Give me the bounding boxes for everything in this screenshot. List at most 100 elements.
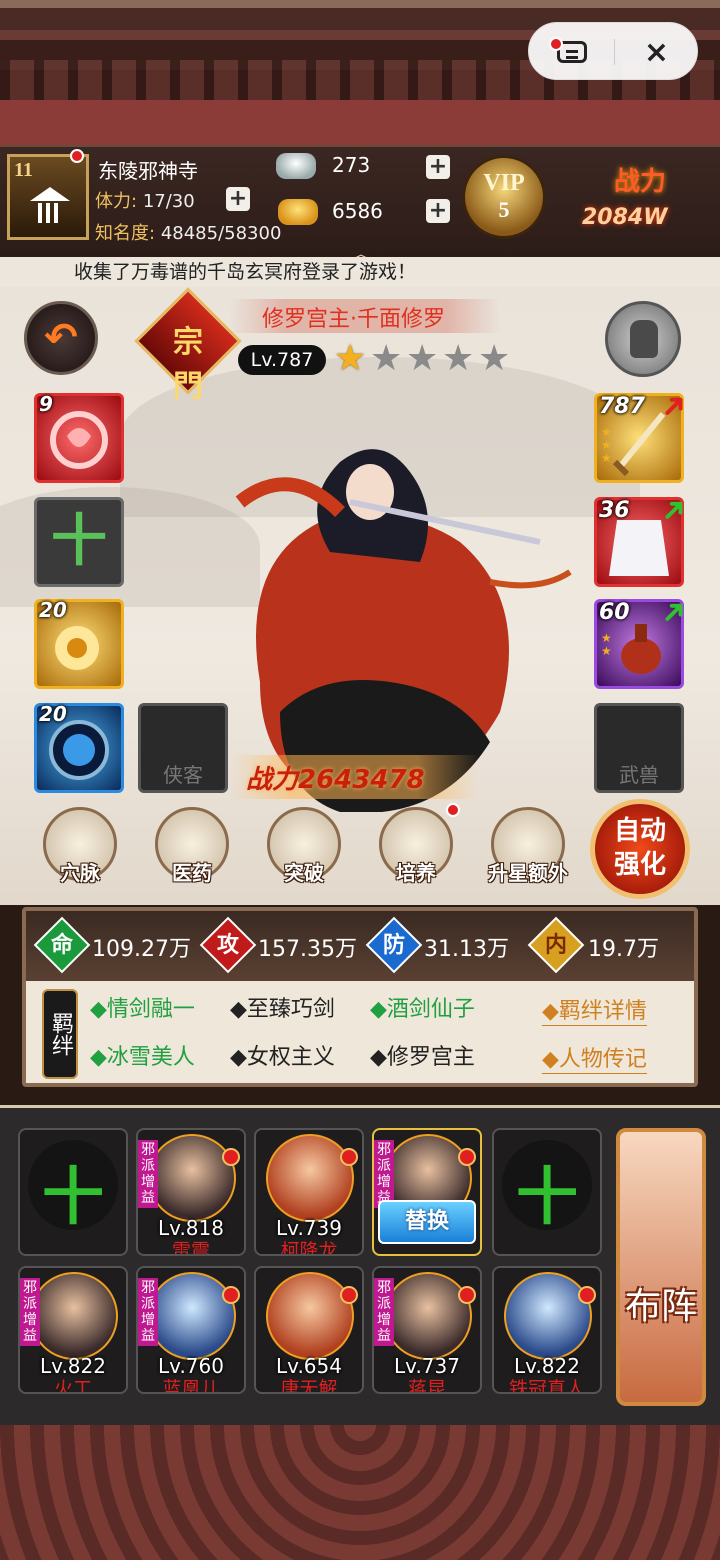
biography-link[interactable]: ◆人物传记	[542, 1041, 647, 1074]
auto-strengthen-line1: 自动	[613, 816, 666, 846]
hero-stage: ↶ 宗門 修罗宫主·千面修罗 Lv.787 ★ ★ ★ ★ ★ 9 十 20 20 侠客…	[0, 287, 720, 905]
hero-level: Lv.787	[238, 345, 326, 375]
skill-slot-blue-orb[interactable]: 20	[34, 702, 124, 793]
auto-strengthen-button[interactable]: 自动 强化	[590, 799, 690, 899]
vip-level: 5	[498, 197, 510, 222]
skill-slot-gold-flower[interactable]: 20	[34, 598, 124, 689]
upgrade-arrow-icon: ➜	[650, 486, 697, 533]
add-stamina-button[interactable]: +	[226, 187, 250, 211]
gold-ingot-icon	[278, 199, 318, 225]
armor-slot[interactable]: 36 ➜	[594, 487, 696, 587]
menu-medicine-label: 医药	[172, 861, 212, 885]
bond-item: ◆情剑融一	[90, 997, 195, 1022]
evil-sect-buff-tag: 邪派增益	[374, 1140, 394, 1208]
menu-breakthrough[interactable]: 突破	[264, 807, 344, 886]
evil-sect-buff-tag: 邪派增益	[138, 1278, 158, 1346]
slot-level: 36	[599, 498, 630, 523]
selected-hero-card[interactable]: 邪派增益 替换	[372, 1128, 482, 1256]
silver-ingot-icon	[276, 153, 316, 179]
menu-cultivate-label: 培养	[396, 861, 436, 885]
fame-value: 48485/58300	[160, 223, 282, 244]
attack-value: 157.35万	[258, 937, 357, 962]
weapon-slot[interactable]: 787 ★ ★ ★ ➜	[594, 383, 696, 483]
formation-button[interactable]: 布阵	[616, 1128, 706, 1406]
stamina: 体力: 17/30	[95, 187, 195, 213]
hero-avatar	[266, 1272, 354, 1360]
cultivate-notification-dot	[446, 803, 460, 817]
close-button[interactable]: ×	[614, 23, 699, 81]
hero-card-name: 铁冠真人	[508, 1378, 585, 1394]
slot-level: 787	[599, 394, 645, 419]
lineup-hero-card[interactable]: Lv.739 柯降龙	[254, 1128, 364, 1256]
add-gold-button[interactable]: +	[426, 199, 450, 223]
evil-sect-buff-tag: 邪派增益	[20, 1278, 40, 1346]
beast-label: 武兽	[619, 763, 659, 787]
lineup-hero-card[interactable]: Lv.654 唐无解	[254, 1266, 364, 1394]
attack-icon-text: 攻	[216, 933, 239, 958]
lineup-hero-card[interactable]: 邪派增益 Lv.818 雷震	[136, 1128, 246, 1256]
upgrade-arrow-icon: ➜	[650, 588, 697, 635]
bond-item: ◆至臻巧剑	[230, 997, 335, 1022]
mini-program-capsule: ×	[528, 22, 698, 80]
hero-avatar	[384, 1272, 472, 1360]
replace-button[interactable]: 替换	[378, 1200, 476, 1244]
notification-dot	[549, 37, 563, 51]
silver-value: 273	[332, 153, 371, 177]
beast-slot[interactable]: 武兽	[594, 703, 684, 793]
evil-sect-buff-tag: 邪派增益	[374, 1278, 394, 1346]
power-value: 2084W	[582, 205, 668, 230]
empty-lineup-slot[interactable]: 十	[492, 1128, 602, 1256]
menu-meridian[interactable]: 穴脉	[40, 807, 120, 886]
back-button[interactable]: ↶	[24, 301, 98, 375]
notification-dot	[458, 1286, 476, 1304]
player-level: 11	[14, 159, 33, 181]
notification-dot	[458, 1148, 476, 1166]
temple-icon	[30, 187, 70, 223]
player-name: 东陵邪神寺	[98, 159, 198, 183]
accessory-slot[interactable]: 60 ★ ★ ➜	[594, 589, 696, 689]
defense-value: 31.13万	[424, 937, 509, 962]
bond-details-link[interactable]: ◆羁绊详情	[542, 993, 647, 1026]
slot-level: 20	[39, 702, 67, 726]
player-avatar[interactable]: 11	[7, 149, 89, 240]
total-power[interactable]: 战力 2084W	[580, 161, 710, 241]
bond-item: ◆冰雪美人	[90, 1045, 195, 1070]
fame: 知名度: 48485/58300	[95, 219, 281, 245]
lineup-hero-card[interactable]: Lv.822 铁冠真人	[492, 1266, 602, 1394]
hero-portrait	[235, 449, 572, 812]
avatar-notification-dot	[70, 149, 84, 163]
formation-label: 布阵	[624, 1286, 697, 1327]
hero-card-name: 蓝凰儿	[162, 1378, 220, 1394]
lineup-hero-card[interactable]: 邪派增益 Lv.760 蓝凰儿	[136, 1266, 246, 1394]
menu-cultivate[interactable]: 培养	[376, 803, 460, 886]
empty-skill-slot[interactable]: 十	[34, 497, 124, 587]
empty-lineup-slot[interactable]: 十	[18, 1128, 128, 1256]
hero-power: 战力2643478	[246, 765, 425, 795]
menu-button[interactable]	[529, 23, 614, 81]
add-silver-button[interactable]: +	[426, 155, 450, 179]
lineup-hero-card[interactable]: 邪派增益 Lv.822 火工	[18, 1266, 128, 1394]
armor-preview-icon[interactable]	[605, 301, 681, 377]
hero-avatar	[148, 1134, 236, 1222]
slot-level: 20	[39, 598, 67, 622]
stamina-value: 17/30	[142, 191, 195, 212]
fame-label: 知名度:	[95, 223, 156, 244]
auto-strengthen-line2: 强化	[613, 850, 666, 880]
slot-level: 9	[39, 392, 53, 416]
menu-star-up[interactable]: 升星额外	[488, 807, 568, 886]
stamina-label: 体力:	[95, 191, 138, 212]
vip-badge[interactable]: VIP 5	[462, 155, 546, 239]
evil-sect-buff-tag: 邪派增益	[138, 1140, 158, 1208]
hero-card-name: 蒋昆	[407, 1378, 446, 1394]
back-arrow-icon: ↶	[44, 315, 78, 361]
skill-slot-heart[interactable]: 9	[34, 392, 124, 483]
player-info-bar: 11 东陵邪神寺 体力: 17/30 + 知名度: 48485/58300 27…	[0, 145, 720, 268]
menu-star-up-label: 升星额外	[488, 861, 568, 885]
hero-avatar	[30, 1272, 118, 1360]
plus-icon: 十	[515, 1160, 578, 1233]
star-empty-icon: ★	[478, 338, 511, 379]
bond-item: ◆酒剑仙子	[370, 997, 475, 1022]
menu-medicine[interactable]: 医药	[152, 807, 232, 886]
bottom-roof-decoration	[0, 1425, 720, 1560]
lineup-hero-card[interactable]: 邪派增益 Lv.737 蒋昆	[372, 1266, 482, 1394]
